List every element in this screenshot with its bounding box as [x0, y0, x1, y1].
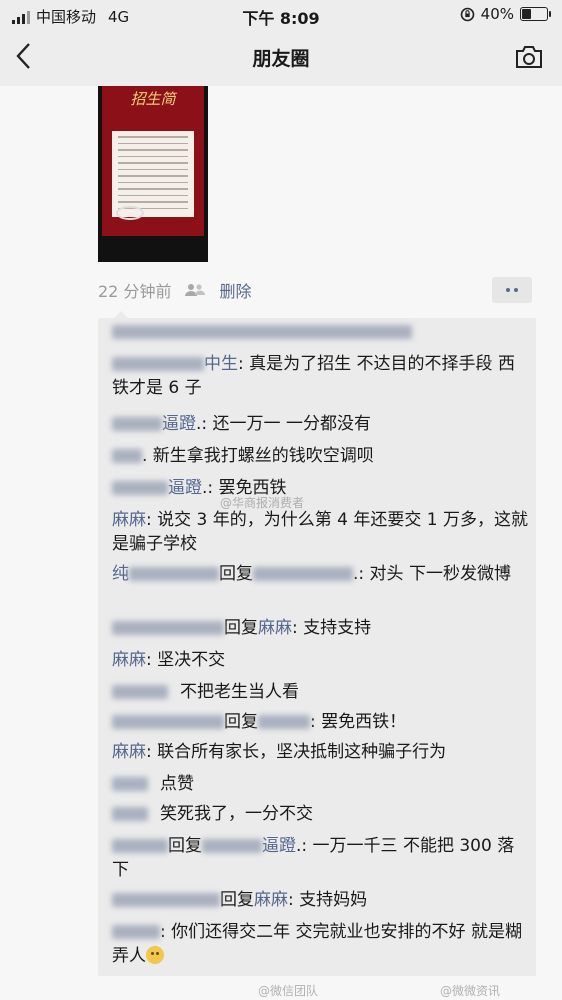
comment-1[interactable]: 中生: 真是为了招生 不达目的不择手段 西铁才是 6 子 — [112, 352, 528, 400]
flushed-face-icon — [146, 946, 164, 964]
comment-4[interactable]: 逼蹬.: 罢免西铁 — [112, 476, 528, 500]
reply-label: 回复 — [224, 618, 258, 638]
more-dot-icon — [506, 288, 510, 292]
status-bar: 中国移动 4G 下午 8:09 40% — [0, 0, 562, 30]
likes-row — [112, 320, 528, 344]
comments-panel: 中生: 真是为了招生 不达目的不择手段 西铁才是 6 子 逼蹬.: 还一万一 一… — [98, 311, 536, 976]
poster-heading: 招生简 — [130, 90, 176, 108]
watermark: @微信团队 — [258, 984, 319, 998]
watermark: @华商报消费者 — [220, 496, 305, 510]
commenter-name[interactable]: 中生 — [204, 354, 238, 374]
comment-9[interactable]: 不把老生当人看 — [112, 680, 528, 704]
comment-12[interactable]: 点赞 — [112, 772, 528, 796]
delete-link[interactable]: 删除 — [219, 278, 251, 302]
reply-target[interactable]: 逼蹬 — [262, 836, 296, 856]
commenter-name[interactable]: 纯 — [112, 564, 129, 584]
comment-2[interactable]: 逼蹬.: 还一万一 一分都没有 — [112, 412, 528, 436]
page-title: 朋友圈 — [252, 48, 310, 70]
commenter-name[interactable]: 麻麻 — [112, 510, 146, 530]
more-dot-icon — [514, 288, 518, 292]
battery-percent: 40% — [480, 5, 514, 23]
comment-15[interactable]: 回复麻麻: 支持妈妈 — [112, 888, 528, 912]
reply-label: 回复 — [219, 564, 253, 584]
comment-text: .: 对头 下一秒发微博 — [353, 564, 511, 584]
post-meta: 22 分钟前 删除 — [98, 278, 251, 302]
panel-caret — [114, 311, 128, 318]
poster: 招生简 — [102, 86, 204, 236]
commenter-name[interactable]: 逼蹬 — [168, 478, 202, 498]
poster-card — [112, 131, 194, 217]
ring-decoration — [116, 206, 144, 220]
reply-target[interactable]: 麻麻 — [254, 890, 288, 910]
reply-label: 回复 — [220, 890, 254, 910]
reply-label: 回复 — [168, 836, 202, 856]
comment-text: . 新生拿我打螺丝的钱吹空调呗 — [142, 446, 374, 466]
comment-text: 不把老生当人看 — [180, 682, 299, 702]
comment-3[interactable]: . 新生拿我打螺丝的钱吹空调呗 — [112, 444, 528, 468]
more-button[interactable] — [492, 277, 532, 303]
comment-text: 点赞 — [160, 774, 194, 794]
comment-8[interactable]: 麻麻: 坚决不交 — [112, 648, 528, 672]
comment-10[interactable]: 回复 : 罢免西铁！ — [112, 710, 528, 734]
commenter-name[interactable]: 麻麻 — [112, 650, 146, 670]
privacy-people-icon — [185, 284, 206, 296]
comment-text: : 说交 3 年的，为什么第 4 年还要交 1 万多，这就是骗子学校 — [112, 510, 529, 554]
comment-text: : 支持支持 — [292, 618, 372, 638]
reply-label: 回复 — [224, 712, 258, 732]
status-right: 40% — [460, 5, 551, 23]
comment-text: : 罢免西铁！ — [310, 712, 407, 732]
comment-14[interactable]: 回复 逼蹬.: 一万一千三 不能把 300 落下 — [112, 834, 528, 882]
comment-13[interactable]: 笑死我了，一分不交 — [112, 802, 528, 826]
camera-icon — [516, 46, 542, 68]
battery-icon — [520, 7, 551, 21]
post-time: 22 分钟前 — [98, 282, 172, 301]
camera-button[interactable] — [514, 44, 544, 70]
commenter-name[interactable]: 麻麻 — [112, 742, 146, 762]
commenter-name[interactable]: 逼蹬 — [162, 414, 196, 434]
comment-text: : 坚决不交 — [146, 650, 226, 670]
comment-text: : 联合所有家长，坚决抵制这种骗子行为 — [146, 742, 447, 762]
comment-5[interactable]: 麻麻: 说交 3 年的，为什么第 4 年还要交 1 万多，这就是骗子学校 — [112, 508, 528, 556]
nav-bar: 朋友圈 — [0, 30, 562, 86]
comment-11[interactable]: 麻麻: 联合所有家长，坚决抵制这种骗子行为 — [112, 740, 528, 764]
comment-text: : 支持妈妈 — [288, 890, 368, 910]
battery-fill — [522, 9, 531, 19]
comment-7[interactable]: 回复麻麻: 支持支持 — [112, 616, 528, 640]
reply-target[interactable]: 麻麻 — [258, 618, 292, 638]
comment-text: 笑死我了，一分不交 — [160, 804, 313, 824]
comment-text: : 你们还得交二年 交完就业也安排的不好 就是糊弄人 — [112, 922, 522, 966]
watermark: @微微资讯 — [440, 984, 501, 998]
rotation-lock-icon — [460, 7, 474, 21]
comment-6[interactable]: 纯 回复 .: 对头 下一秒发微博 — [112, 562, 528, 586]
post-image[interactable]: 招生简 — [98, 86, 208, 262]
comment-16[interactable]: : 你们还得交二年 交完就业也安排的不好 就是糊弄人 — [112, 920, 528, 968]
comment-text: .: 还一万一 一分都没有 — [196, 414, 371, 434]
